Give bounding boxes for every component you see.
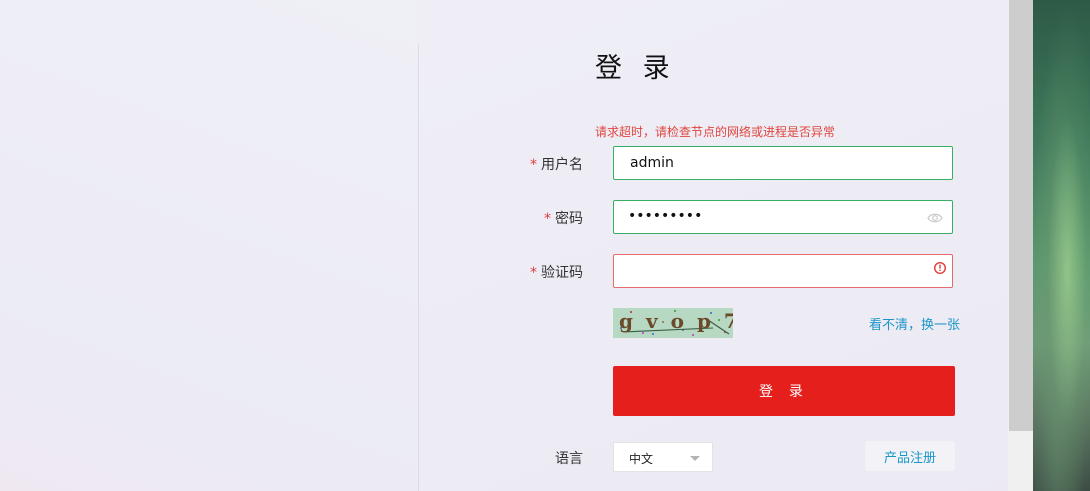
refresh-captcha-link[interactable]: 看不清，换一张 [869, 314, 960, 333]
captcha-input[interactable] [614, 255, 920, 287]
language-selected-value: 中文 [629, 452, 654, 466]
username-label-text: 用户名 [541, 157, 583, 173]
password-label: * 密码 [463, 208, 583, 228]
left-background-panel [0, 0, 418, 491]
chevron-down-icon [690, 456, 700, 461]
required-mark: * [530, 157, 537, 173]
captcha-field[interactable] [613, 254, 953, 288]
language-label: 语言 [555, 451, 583, 467]
username-label: * 用户名 [463, 154, 583, 174]
product-register-button[interactable]: 产品注册 [865, 441, 955, 471]
required-mark: * [530, 265, 537, 281]
captcha-label-text: 验证码 [541, 265, 583, 281]
password-field[interactable]: ••••••••• [613, 200, 953, 234]
error-message: 请求超时，请检查节点的网络或进程是否异常 [595, 125, 836, 139]
captcha-image[interactable]: gvop7 [613, 308, 733, 338]
page-title: 登 录 [595, 53, 676, 84]
username-field[interactable] [613, 146, 953, 180]
vertical-divider [418, 44, 419, 491]
background-image [1033, 0, 1090, 491]
login-page: 登 录 请求超时，请检查节点的网络或进程是否异常 *用户名 *密码 ••••••… [0, 0, 1090, 491]
eye-icon[interactable] [927, 211, 943, 225]
alert-circle-icon [933, 261, 947, 275]
captcha-label: * 验证码 [463, 262, 583, 282]
language-select[interactable]: 中文 [613, 442, 713, 472]
login-button[interactable]: 登 录 [613, 366, 955, 416]
password-label-text: 密码 [555, 211, 583, 227]
password-input[interactable]: ••••••••• [628, 208, 702, 224]
captcha-text: gvop7 [619, 309, 733, 333]
required-mark: * [544, 211, 551, 227]
scrollbar-thumb[interactable] [1009, 0, 1033, 431]
username-input[interactable] [614, 147, 920, 179]
